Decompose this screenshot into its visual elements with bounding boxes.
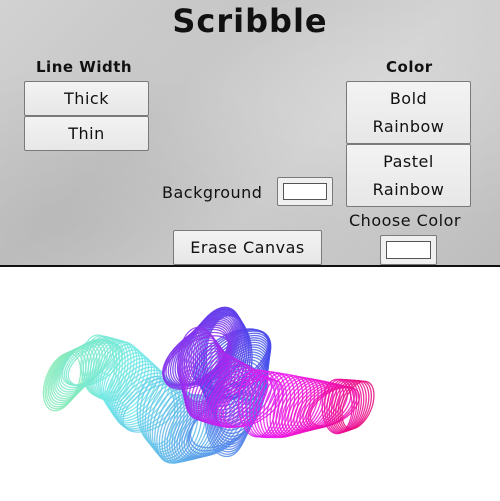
background-label: Background: [162, 183, 263, 202]
app-title: Scribble: [172, 2, 328, 40]
background-color-swatch: [283, 183, 327, 200]
bold-rainbow-button[interactable]: Bold Rainbow: [346, 81, 471, 144]
scribble-drawing: [42, 306, 375, 464]
background-color-picker[interactable]: [277, 177, 333, 206]
choose-color-swatch: [386, 241, 431, 259]
erase-canvas-button[interactable]: Erase Canvas: [173, 230, 322, 265]
choose-color-picker[interactable]: [380, 235, 437, 265]
pastel-rainbow-button[interactable]: Pastel Rainbow: [346, 144, 471, 207]
thin-button[interactable]: Thin: [24, 116, 149, 151]
drawing-canvas[interactable]: [0, 267, 500, 497]
color-label: Color: [386, 58, 433, 76]
choose-color-label: Choose Color: [349, 211, 461, 230]
toolbar: Scribble Line Width Thick Thin Color Bol…: [0, 0, 500, 267]
line-width-label: Line Width: [36, 58, 133, 76]
thick-button[interactable]: Thick: [24, 81, 149, 116]
